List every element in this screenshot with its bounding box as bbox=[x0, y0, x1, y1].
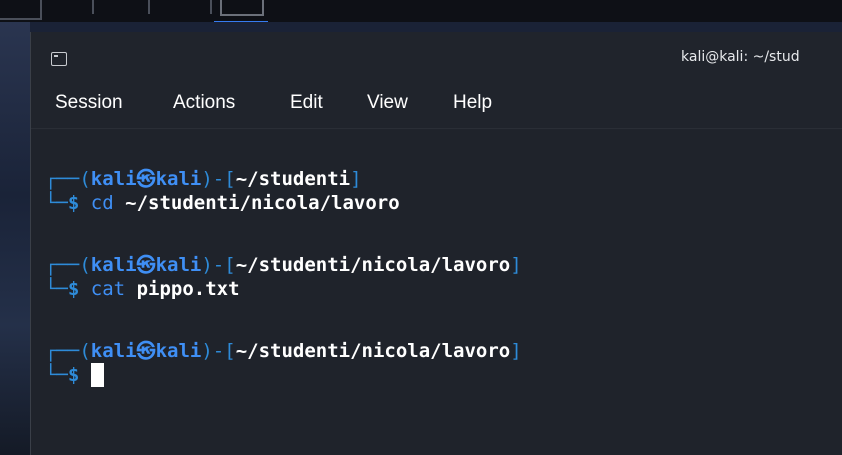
menu-divider bbox=[31, 128, 842, 129]
taskbar-separator bbox=[148, 0, 150, 14]
prompt-dollar: $ bbox=[67, 192, 80, 214]
prompt-close-bracket: ] bbox=[350, 168, 362, 190]
prompt-close-paren: ) bbox=[201, 254, 213, 276]
command-argument: pippo.txt bbox=[136, 278, 240, 300]
prompt-at-symbol: ㉿ bbox=[136, 254, 156, 276]
desktop-background-strip bbox=[30, 22, 842, 32]
prompt-path: ~/studenti/nicola/lavoro bbox=[235, 340, 511, 362]
prompt-at-symbol: ㉿ bbox=[136, 168, 156, 190]
taskbar-terminal-button[interactable] bbox=[220, 0, 264, 16]
prompt-close-paren: ) bbox=[201, 340, 213, 362]
prompt-at-symbol: ㉿ bbox=[136, 340, 156, 362]
prompt-host: kali bbox=[155, 340, 202, 362]
prompt-corner-top: ┌── bbox=[45, 254, 80, 276]
prompt-corner-top: ┌── bbox=[45, 340, 80, 362]
title-bar[interactable]: kali@kali: ~/stud bbox=[31, 32, 842, 82]
prompt-open-paren: ( bbox=[79, 254, 91, 276]
prompt-dash: - bbox=[212, 340, 225, 362]
command-line: └─$ cd ~/studenti/nicola/lavoro bbox=[45, 191, 400, 215]
taskbar-button[interactable] bbox=[0, 0, 42, 20]
prompt-line: ┌──(kali㉿kali)-[~/studenti/nicola/lavoro… bbox=[45, 253, 522, 277]
taskbar-separator bbox=[210, 0, 212, 14]
prompt-close-bracket: ] bbox=[510, 254, 522, 276]
prompt-host: kali bbox=[155, 254, 202, 276]
terminal-output[interactable]: ┌──(kali㉿kali)-[~/studenti] └─$ cd ~/stu… bbox=[31, 130, 842, 455]
prompt-dollar: $ bbox=[67, 364, 80, 386]
command-argument: ~/studenti/nicola/lavoro bbox=[125, 192, 400, 214]
prompt-user: kali bbox=[90, 340, 137, 362]
prompt-line: ┌──(kali㉿kali)-[~/studenti/nicola/lavoro… bbox=[45, 339, 522, 363]
window-title: kali@kali: ~/stud bbox=[681, 49, 800, 65]
prompt-open-paren: ( bbox=[79, 340, 91, 362]
prompt-corner-bottom: └─ bbox=[45, 278, 68, 300]
terminal-window: kali@kali: ~/stud Session Actions Edit V… bbox=[30, 32, 842, 455]
prompt-user: kali bbox=[90, 168, 137, 190]
menu-actions[interactable]: Actions bbox=[173, 86, 235, 120]
menu-edit[interactable]: Edit bbox=[290, 86, 323, 120]
prompt-path: ~/studenti/nicola/lavoro bbox=[235, 254, 511, 276]
prompt-close-bracket: ] bbox=[510, 340, 522, 362]
prompt-dash: - bbox=[212, 168, 225, 190]
prompt-open-bracket: [ bbox=[224, 340, 236, 362]
prompt-line: ┌──(kali㉿kali)-[~/studenti] bbox=[45, 167, 362, 191]
menu-session[interactable]: Session bbox=[55, 86, 123, 120]
taskbar bbox=[0, 0, 842, 24]
command-name: cd bbox=[90, 192, 114, 214]
menu-view[interactable]: View bbox=[367, 86, 408, 120]
prompt-open-bracket: [ bbox=[224, 254, 236, 276]
taskbar-separator bbox=[92, 0, 94, 14]
prompt-open-paren: ( bbox=[79, 168, 91, 190]
command-name: cat bbox=[90, 278, 126, 300]
text-cursor bbox=[90, 363, 104, 387]
prompt-corner-bottom: └─ bbox=[45, 364, 68, 386]
command-line[interactable]: └─$ bbox=[45, 363, 104, 387]
prompt-dash: - bbox=[212, 254, 225, 276]
menu-bar: Session Actions Edit View Help bbox=[31, 86, 842, 120]
prompt-dollar: $ bbox=[67, 278, 80, 300]
menu-help[interactable]: Help bbox=[453, 86, 492, 120]
prompt-corner-bottom: └─ bbox=[45, 192, 68, 214]
prompt-host: kali bbox=[155, 168, 202, 190]
terminal-app-icon[interactable] bbox=[51, 52, 67, 66]
prompt-user: kali bbox=[90, 254, 137, 276]
prompt-path: ~/studenti bbox=[235, 168, 351, 190]
prompt-open-bracket: [ bbox=[224, 168, 236, 190]
command-line: └─$ cat pippo.txt bbox=[45, 277, 240, 301]
prompt-close-paren: ) bbox=[201, 168, 213, 190]
prompt-corner-top: ┌── bbox=[45, 168, 80, 190]
desktop-background bbox=[0, 22, 30, 455]
